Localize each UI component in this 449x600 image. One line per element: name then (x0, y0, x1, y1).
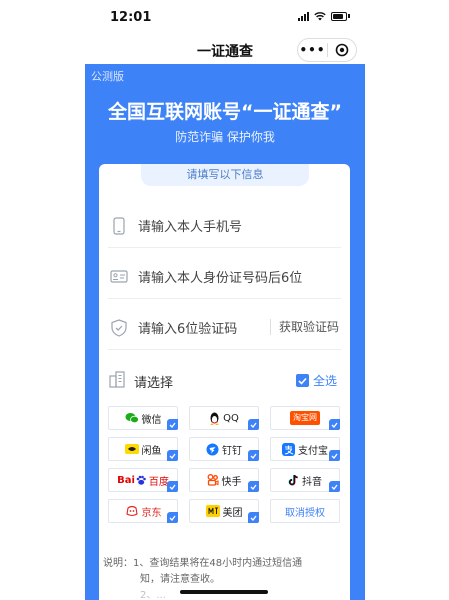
cancel-authorization-button[interactable]: 取消授权 (270, 499, 340, 523)
check-corner-icon (329, 481, 340, 492)
dingtalk-icon (206, 443, 219, 456)
check-corner-icon (248, 450, 259, 461)
meituan-icon (205, 505, 220, 517)
status-icons (298, 11, 350, 21)
app-option-jd[interactable]: 京东 (108, 499, 178, 523)
app-label: QQ (223, 412, 239, 424)
code-field[interactable]: 请输入6位验证码 获取验证码 (108, 306, 341, 350)
form-card: 请填写以下信息 请输入本人手机号 请输入本人身份证号码后6位 请输入6位验证码 … (99, 164, 350, 600)
select-all-toggle[interactable]: 全选 (295, 372, 337, 389)
app-option-kuaishou[interactable]: 快手 (189, 468, 259, 492)
check-corner-icon (167, 481, 178, 492)
check-corner-icon (248, 481, 259, 492)
app-label: 美团 (222, 507, 243, 519)
banner-headline: 全国互联网账号“一证通查” (108, 101, 342, 123)
note-line-2: 知，请注意查收。 (140, 574, 220, 585)
id-input[interactable]: 请输入本人身份证号码后6位 (138, 267, 302, 286)
nav-bar: 一证通查 ••• (85, 36, 365, 64)
phone-field[interactable]: 请输入本人手机号 (108, 204, 341, 248)
alipay-icon (282, 442, 295, 456)
app-option-qq[interactable]: QQ (189, 406, 259, 430)
status-time: 12:01 (110, 10, 152, 25)
building-icon (108, 370, 126, 392)
check-corner-icon (167, 512, 178, 523)
app-option-taobao[interactable]: 淘宝网 (270, 406, 340, 430)
phone-input[interactable]: 请输入本人手机号 (138, 216, 242, 235)
phone-icon (108, 216, 130, 235)
battery-icon (331, 11, 347, 21)
check-corner-icon (248, 419, 259, 430)
app-label: 微信 (141, 414, 162, 426)
douyin-icon (288, 474, 299, 486)
taobao-logo-text: 淘宝网 (293, 413, 317, 422)
get-code-button[interactable]: 获取验证码 (269, 319, 339, 335)
jd-icon (125, 505, 139, 517)
note-line-1: 说明：1、查询结果将在48小时内通过短信通 (103, 558, 303, 569)
choose-label: 请选择 (134, 375, 174, 391)
banner-slogan: 防范诈骗 保护你我 (175, 130, 275, 144)
checkbox-checked-icon[interactable] (295, 374, 309, 387)
app-option-douyin[interactable]: 抖音 (270, 468, 340, 492)
app-label: 京东 (141, 507, 162, 519)
form-section-title: 请填写以下信息 (141, 164, 309, 186)
taobao-icon: 淘宝网 (290, 411, 320, 425)
app-label: 快手 (221, 476, 242, 488)
select-all-label[interactable]: 全选 (313, 372, 337, 389)
cellular-signal-icon (298, 11, 309, 21)
app-label: 钉钉 (222, 445, 242, 457)
check-corner-icon (167, 450, 178, 461)
app-option-wechat[interactable]: 微信 (108, 406, 178, 430)
app-option-dingtalk[interactable]: 钉钉 (189, 437, 259, 461)
app-label: 百度 (148, 476, 169, 488)
baidu-icon: Bai (117, 475, 146, 486)
kuaishou-icon (207, 474, 219, 486)
check-corner-icon (248, 512, 259, 523)
app-label: 抖音 (302, 476, 322, 488)
home-indicator (180, 590, 268, 594)
target-icon (335, 43, 349, 57)
code-input[interactable]: 请输入6位验证码 (138, 318, 237, 337)
app-option-xianyu[interactable]: 闲鱼 (108, 437, 178, 461)
wechat-icon (125, 412, 139, 424)
check-corner-icon (329, 419, 340, 430)
app-option-meituan[interactable]: 美团 (189, 499, 259, 523)
status-bar: 12:01 (0, 0, 449, 36)
check-corner-icon (329, 450, 340, 461)
id-field[interactable]: 请输入本人身份证号码后6位 (108, 255, 341, 299)
edition-badge: 公测版 (91, 70, 124, 83)
app-option-alipay[interactable]: 支付宝 (270, 437, 340, 461)
battery-tip (348, 14, 350, 18)
baidu-logo-text: Bai (117, 474, 135, 486)
xianyu-icon (124, 443, 139, 455)
app-grid: 微信 QQ 淘宝网 闲鱼 钉钉 支付宝 Bai 百度 快手 抖音 京东 美团 取… (108, 406, 342, 523)
mini-program-capsule: ••• (297, 38, 357, 62)
app-option-baidu[interactable]: Bai 百度 (108, 468, 178, 492)
app-label: 闲鱼 (141, 445, 162, 457)
shield-icon (108, 318, 130, 337)
qq-penguin-icon (209, 412, 220, 425)
close-target-button[interactable] (328, 43, 356, 57)
wifi-icon (314, 11, 326, 21)
app-label: 支付宝 (298, 445, 328, 457)
check-corner-icon (167, 419, 178, 430)
more-options-button[interactable]: ••• (298, 43, 327, 57)
id-card-icon (108, 270, 130, 283)
banner: 公测版 全国互联网账号“一证通查” 防范诈骗 保护你我 请填写以下信息 请输入本… (85, 64, 365, 600)
choose-row: 请选择 全选 (108, 369, 341, 393)
cancel-authorization-label[interactable]: 取消授权 (285, 504, 325, 519)
